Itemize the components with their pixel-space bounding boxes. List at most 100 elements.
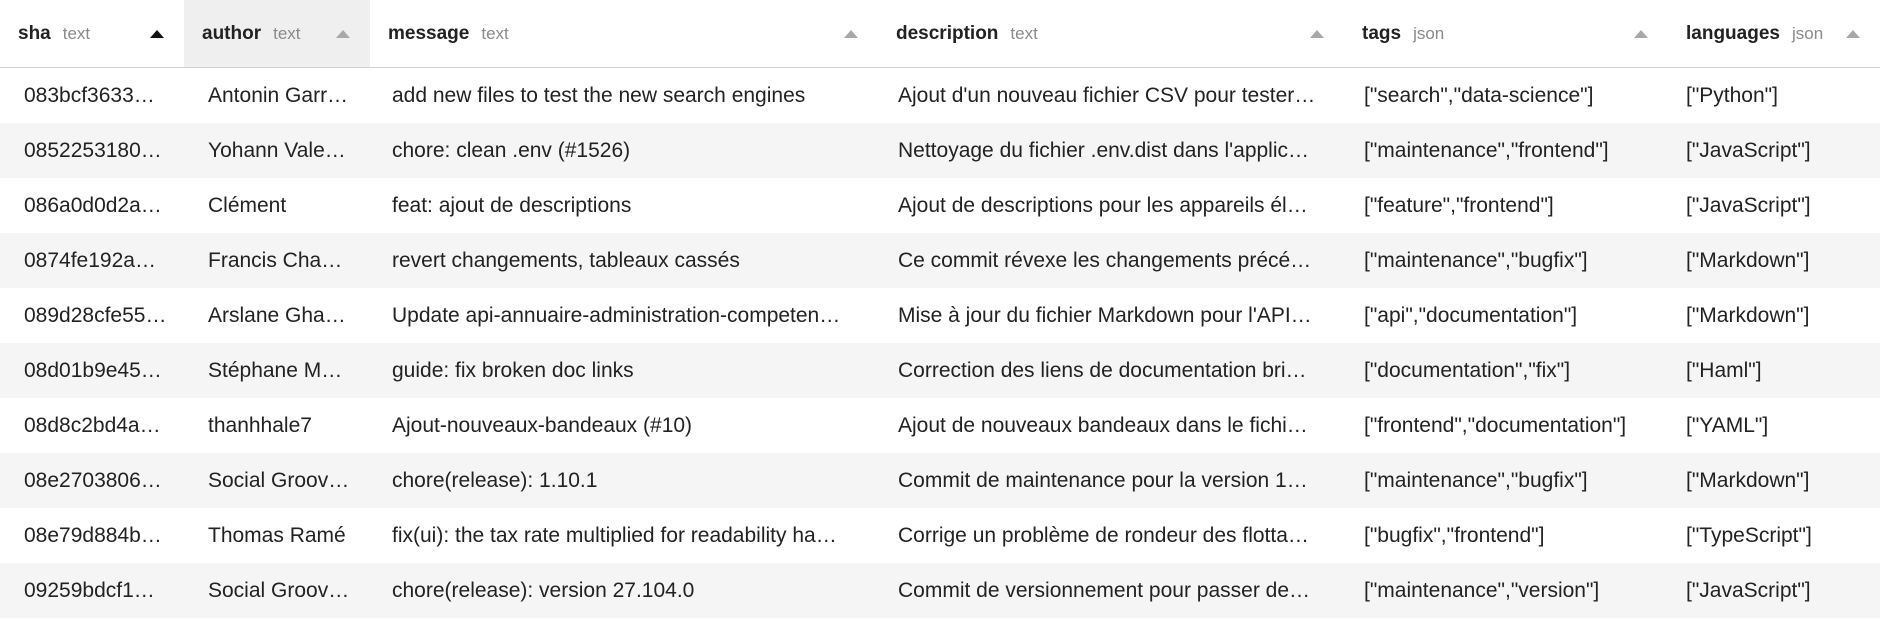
sort-ascending-icon[interactable] [1310,29,1324,38]
cell-tags[interactable]: ["bugfix","frontend"] [1344,508,1668,563]
cell-tags[interactable]: ["maintenance","version"] [1344,563,1668,618]
cell-message[interactable]: fix(ui): the tax rate multiplied for rea… [370,508,878,563]
table-row[interactable]: 09259bdcf1… Social Groov… chore(release)… [0,563,1880,618]
column-header-languages[interactable]: languages json [1668,0,1880,67]
sort-ascending-icon[interactable] [844,29,858,38]
cell-tags[interactable]: ["maintenance","frontend"] [1344,123,1668,178]
cell-text: ["bugfix","frontend"] [1364,523,1545,547]
sort-ascending-icon[interactable] [1846,29,1860,38]
cell-sha[interactable]: 08e2703806… [0,453,184,508]
cell-description[interactable]: Ajout de nouveaux bandeaux dans le fichi… [878,398,1344,453]
cell-sha[interactable]: 08d8c2bd4a… [0,398,184,453]
cell-message[interactable]: feat: ajout de descriptions [370,178,878,233]
cell-tags[interactable]: ["feature","frontend"] [1344,178,1668,233]
table-row[interactable]: 08e79d884b… Thomas Ramé fix(ui): the tax… [0,508,1880,563]
cell-languages[interactable]: ["JavaScript"] [1668,563,1880,618]
cell-languages[interactable]: ["TypeScript"] [1668,508,1880,563]
cell-sha[interactable]: 083bcf3633… [0,68,184,123]
column-type: text [273,23,301,43]
column-type: text [481,23,509,43]
sort-ascending-icon[interactable] [336,29,350,38]
cell-text: 089d28cfe55… [24,303,167,327]
cell-sha[interactable]: 08e79d884b… [0,508,184,563]
cell-author[interactable]: Thomas Ramé [184,508,370,563]
cell-sha[interactable]: 089d28cfe55… [0,288,184,343]
cell-sha[interactable]: 08d01b9e45… [0,343,184,398]
column-header-sha[interactable]: sha text [0,0,184,67]
cell-tags[interactable]: ["maintenance","bugfix"] [1344,453,1668,508]
cell-message[interactable]: chore(release): 1.10.1 [370,453,878,508]
cell-tags[interactable]: ["api","documentation"] [1344,288,1668,343]
cell-description[interactable]: Nettoyage du fichier .env.dist dans l'ap… [878,123,1344,178]
column-type: json [1791,23,1824,43]
cell-languages[interactable]: ["Markdown"] [1668,233,1880,288]
cell-author[interactable]: Clément [184,178,370,233]
cell-author[interactable]: Social Groov… [184,453,370,508]
table-row[interactable]: 08d01b9e45… Stéphane M… guide: fix broke… [0,343,1880,398]
cell-languages[interactable]: ["Markdown"] [1668,453,1880,508]
cell-sha[interactable]: 0852253180… [0,123,184,178]
cell-sha[interactable]: 086a0d0d2a… [0,178,184,233]
cell-text: Yohann Vale… [208,138,346,162]
cell-text: Clément [208,193,287,217]
cell-description[interactable]: Correction des liens de documentation br… [878,343,1344,398]
cell-languages[interactable]: ["JavaScript"] [1668,178,1880,233]
table-row[interactable]: 086a0d0d2a… Clément feat: ajout de descr… [0,178,1880,233]
cell-author[interactable]: thanhhale7 [184,398,370,453]
column-header-message[interactable]: message text [370,0,878,67]
cell-message[interactable]: chore: clean .env (#1526) [370,123,878,178]
cell-message[interactable]: add new files to test the new search eng… [370,68,878,123]
cell-message[interactable]: guide: fix broken doc links [370,343,878,398]
cell-message[interactable]: chore(release): version 27.104.0 [370,563,878,618]
table-row[interactable]: 0874fe192a… Francis Chab… revert changem… [0,233,1880,288]
sort-ascending-icon[interactable] [150,29,164,38]
cell-text: chore(release): version 27.104.0 [392,578,695,602]
cell-languages[interactable]: ["JavaScript"] [1668,123,1880,178]
cell-languages[interactable]: ["Markdown"] [1668,288,1880,343]
cell-author[interactable]: Yohann Vale… [184,123,370,178]
column-header-author[interactable]: author text [184,0,370,67]
cell-message[interactable]: revert changements, tableaux cassés [370,233,878,288]
column-header-description[interactable]: description text [878,0,1344,67]
cell-text: Ajout d'un nouveau fichier CSV pour test… [898,83,1316,107]
cell-languages[interactable]: ["Haml"] [1668,343,1880,398]
data-table: sha text author text message text descri… [0,0,1880,618]
cell-description[interactable]: Mise à jour du fichier Markdown pour l'A… [878,288,1344,343]
cell-text: ["JavaScript"] [1686,193,1811,217]
cell-sha[interactable]: 09259bdcf1… [0,563,184,618]
column-header-tags[interactable]: tags json [1344,0,1668,67]
table-row[interactable]: 08d8c2bd4a… thanhhale7 Ajout-nouveaux-ba… [0,398,1880,453]
cell-message[interactable]: Ajout-nouveaux-bandeaux (#10) [370,398,878,453]
cell-text: fix(ui): the tax rate multiplied for rea… [392,523,837,547]
cell-author[interactable]: Social Groov… [184,563,370,618]
cell-description[interactable]: Corrige un problème de rondeur des flott… [878,508,1344,563]
cell-description[interactable]: Commit de versionnement pour passer de… [878,563,1344,618]
cell-tags[interactable]: ["search","data-science"] [1344,68,1668,123]
table-row[interactable]: 089d28cfe55… Arslane Ghar… Update api-an… [0,288,1880,343]
table-row[interactable]: 0852253180… Yohann Vale… chore: clean .e… [0,123,1880,178]
cell-text: ["YAML"] [1686,413,1769,437]
cell-tags[interactable]: ["maintenance","bugfix"] [1344,233,1668,288]
cell-text: Commit de maintenance pour la version 1… [898,468,1308,492]
cell-description[interactable]: Ajout de descriptions pour les appareils… [878,178,1344,233]
column-name: description [896,22,999,44]
cell-description[interactable]: Ajout d'un nouveau fichier CSV pour test… [878,68,1344,123]
cell-text: ["Haml"] [1686,358,1762,382]
cell-description[interactable]: Ce commit révexe les changements précé… [878,233,1344,288]
table-row[interactable]: 08e2703806… Social Groov… chore(release)… [0,453,1880,508]
cell-tags[interactable]: ["frontend","documentation"] [1344,398,1668,453]
cell-author[interactable]: Arslane Ghar… [184,288,370,343]
cell-sha[interactable]: 0874fe192a… [0,233,184,288]
cell-languages[interactable]: ["YAML"] [1668,398,1880,453]
cell-message[interactable]: Update api-annuaire-administration-compe… [370,288,878,343]
cell-languages[interactable]: ["Python"] [1668,68,1880,123]
cell-text: chore: clean .env (#1526) [392,138,631,162]
sort-ascending-icon[interactable] [1634,29,1648,38]
table-row[interactable]: 083bcf3633… Antonin Garr… add new files … [0,68,1880,123]
cell-tags[interactable]: ["documentation","fix"] [1344,343,1668,398]
cell-author[interactable]: Stéphane M… [184,343,370,398]
cell-author[interactable]: Francis Chab… [184,233,370,288]
cell-text: 0874fe192a… [24,248,156,272]
cell-description[interactable]: Commit de maintenance pour la version 1… [878,453,1344,508]
cell-author[interactable]: Antonin Garr… [184,68,370,123]
